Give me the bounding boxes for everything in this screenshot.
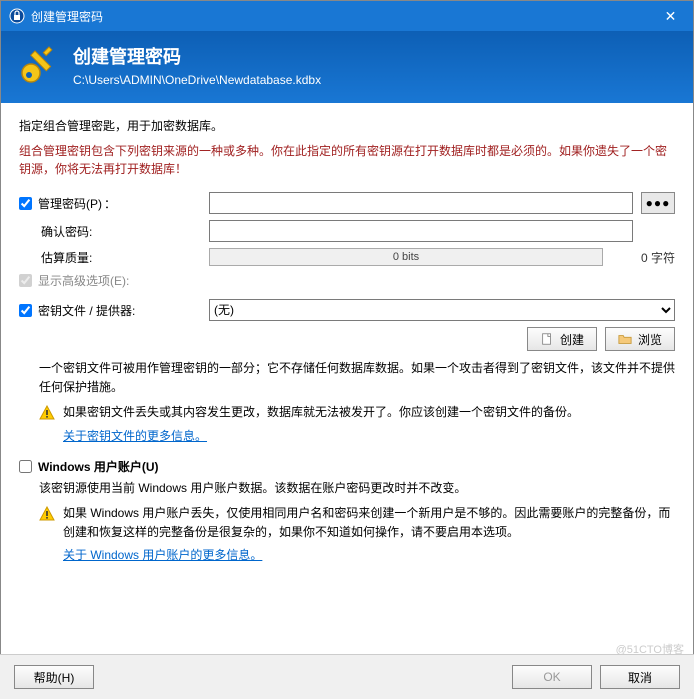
ok-button[interactable]: OK [512,665,592,689]
password-label: 管理密码(P) [38,195,102,212]
browse-keyfile-button[interactable]: 浏览 [605,327,675,351]
windows-desc: 该密钥源使用当前 Windows 用户账户数据。该数据在账户密码更改时并不改变。 [39,479,675,498]
warning-icon [39,506,55,522]
help-button[interactable]: 帮助(H) [14,665,94,689]
quality-bar: 0 bits [209,248,603,266]
header-path: C:\Users\ADMIN\OneDrive\Newdatabase.kdbx [73,73,321,87]
keyfile-select[interactable]: (无) [209,299,675,321]
windows-link[interactable]: 关于 Windows 用户账户的更多信息。 [63,546,262,563]
dialog-body: 指定组合管理密匙，用于加密数据库。 组合管理密钥包含下列密钥来源的一种或多种。你… [1,103,693,583]
warning-icon [39,405,55,421]
char-count: 0 字符 [615,249,675,266]
windows-warning: 如果 Windows 用户账户丢失，仅使用相同用户名和密码来创建一个新用户是不够… [63,504,675,542]
windows-label: Windows 用户账户(U) [38,458,159,475]
footer: 帮助(H) OK 取消 [0,654,694,699]
key-icon [15,41,63,89]
keyfile-link[interactable]: 关于密钥文件的更多信息。 [63,427,207,444]
cancel-button[interactable]: 取消 [600,665,680,689]
quality-label: 估算质量: [41,249,92,266]
create-keyfile-button[interactable]: 创建 [527,327,597,351]
lock-icon [9,8,25,24]
advanced-row: 显示高级选项(E): [19,272,675,289]
keyfile-desc: 一个密钥文件可被用作管理密钥的一部分；它不存储任何数据库数据。如果一个攻击者得到… [39,359,675,397]
header-banner: 创建管理密码 C:\Users\ADMIN\OneDrive\Newdataba… [1,31,693,103]
password-checkbox[interactable] [19,197,32,210]
advanced-label: 显示高级选项(E): [38,272,129,289]
new-file-icon [540,332,554,346]
confirm-label: 确认密码: [41,223,92,240]
intro-text-2: 组合管理密钥包含下列密钥来源的一种或多种。你在此指定的所有密钥源在打开数据库时都… [19,142,675,178]
close-button[interactable]: ✕ [648,1,693,31]
header-title: 创建管理密码 [73,43,321,69]
windows-checkbox[interactable] [19,460,32,473]
keyfile-warning: 如果密钥文件丢失或其内容发生更改，数据库就无法被发开了。你应该创建一个密钥文件的… [63,403,579,422]
folder-icon [618,332,632,346]
keyfile-label: 密钥文件 / 提供器: [38,302,135,319]
confirm-password-input[interactable] [209,220,633,242]
password-input[interactable] [209,192,633,214]
titlebar: 创建管理密码 ✕ [1,1,693,31]
window-title: 创建管理密码 [31,8,648,25]
advanced-checkbox [19,274,32,287]
reveal-password-button[interactable]: ●●● [641,192,675,214]
intro-text-1: 指定组合管理密匙，用于加密数据库。 [19,117,675,134]
keyfile-checkbox[interactable] [19,304,32,317]
